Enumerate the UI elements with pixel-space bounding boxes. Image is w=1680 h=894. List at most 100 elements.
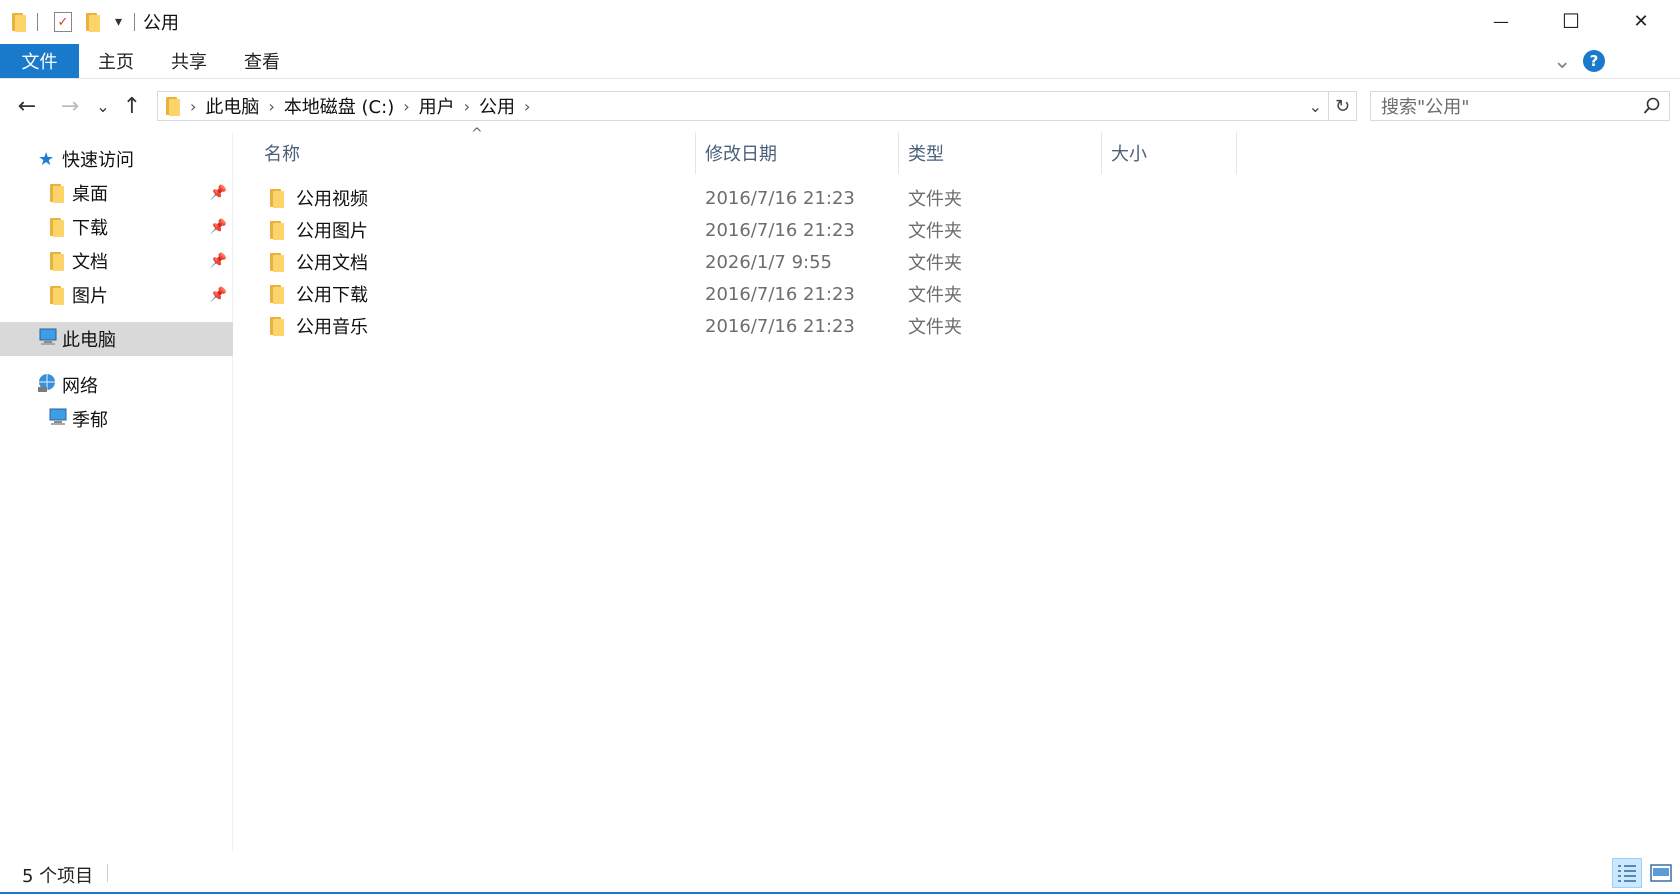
toolbar-separator (134, 13, 136, 31)
chevron-right-icon[interactable]: › (464, 97, 470, 116)
pin-icon[interactable]: 📌 (210, 253, 227, 269)
details-view-icon (1618, 865, 1636, 882)
sidebar-item-label: 此电脑 (62, 330, 116, 351)
file-list: 名称 ^ 修改日期 类型 大小 公用视频 2016/7/16 21:23 文件夹… (236, 126, 1680, 852)
up-button[interactable]: ↑ (118, 88, 146, 124)
column-header-modified[interactable]: 修改日期 (705, 132, 885, 174)
computer-icon (38, 328, 62, 351)
chevron-right-icon[interactable]: › (190, 97, 196, 116)
pin-icon[interactable]: 📌 (210, 287, 227, 303)
refresh-button[interactable]: ↻ (1328, 92, 1356, 120)
file-name: 公用文档 (296, 253, 368, 274)
sidebar-item-label: 下载 (72, 218, 108, 239)
item-count: 5 个项目 (22, 866, 94, 887)
chevron-right-icon[interactable]: › (524, 97, 530, 116)
column-divider[interactable] (1236, 132, 1237, 174)
breadcrumb-local-disk[interactable]: 本地磁盘 (C:) (284, 93, 394, 119)
status-bar: 5 个项目 (0, 852, 1680, 894)
tab-file[interactable]: 文件 (0, 44, 79, 78)
search-box[interactable]: 搜索"公用" (1370, 91, 1670, 121)
sidebar-item-pictures[interactable]: 图片 📌 (0, 278, 233, 312)
sidebar-item-label: 桌面 (72, 184, 108, 205)
network-icon (36, 373, 62, 398)
file-type: 文件夹 (908, 317, 962, 338)
details-view-button[interactable] (1612, 858, 1642, 888)
navigation-pane: ★ 快速访问 桌面 📌 下载 📌 文档 📌 图片 📌 此电脑 网络 季郁 (0, 132, 233, 852)
chevron-right-icon[interactable]: › (403, 97, 409, 116)
address-bar[interactable]: › 此电脑 › 本地磁盘 (C:) › 用户 › 公用 › ⌄ ↻ (157, 91, 1357, 121)
sidebar-item-label: 网络 (62, 376, 98, 397)
large-icons-view-icon (1650, 864, 1672, 882)
tab-view[interactable]: 查看 (233, 44, 291, 78)
sidebar-item-label: 快速访问 (62, 150, 134, 171)
star-icon: ★ (38, 148, 55, 170)
sidebar-item-label: 季郁 (72, 410, 108, 431)
downloads-folder-icon (50, 217, 65, 237)
breadcrumb-users[interactable]: 用户 (419, 93, 455, 119)
forward-button[interactable]: → (55, 88, 85, 124)
folder-icon (270, 188, 285, 208)
column-header-label: 修改日期 (705, 144, 777, 165)
file-type: 文件夹 (908, 253, 962, 274)
breadcrumb-public[interactable]: 公用 (479, 93, 515, 119)
sidebar-item-desktop[interactable]: 桌面 📌 (0, 176, 233, 210)
pin-icon[interactable]: 📌 (210, 185, 227, 201)
computer-icon (48, 408, 72, 431)
file-name: 公用音乐 (296, 317, 368, 338)
close-button[interactable]: ✕ (1606, 0, 1676, 42)
file-name: 公用下载 (296, 285, 368, 306)
file-row[interactable]: 公用文档 2026/1/7 9:55 文件夹 (250, 246, 1250, 278)
new-folder-icon[interactable] (86, 12, 101, 32)
sidebar-item-network[interactable]: 网络 (0, 368, 233, 402)
sort-ascending-icon: ^ (471, 126, 483, 142)
pin-icon[interactable]: 📌 (210, 219, 227, 235)
column-header-label: 大小 (1111, 144, 1147, 165)
column-divider[interactable] (1101, 132, 1102, 174)
column-header-label: 名称 (264, 144, 300, 165)
column-divider[interactable] (898, 132, 899, 174)
sidebar-item-this-pc[interactable]: 此电脑 (0, 322, 233, 356)
maximize-button[interactable]: ☐ (1536, 0, 1606, 42)
file-row[interactable]: 公用图片 2016/7/16 21:23 文件夹 (250, 214, 1250, 246)
recent-locations-button[interactable]: ⌄ (93, 88, 113, 124)
pictures-folder-icon (50, 285, 65, 305)
column-divider[interactable] (695, 132, 696, 174)
desktop-folder-icon (50, 183, 65, 203)
folder-icon (12, 12, 27, 32)
ribbon-expand-icon[interactable]: ⌄ (1553, 44, 1571, 78)
column-header-type[interactable]: 类型 (908, 132, 1088, 174)
file-row[interactable]: 公用音乐 2016/7/16 21:23 文件夹 (250, 310, 1250, 342)
properties-icon[interactable]: ✓ (54, 12, 72, 32)
sidebar-item-quick-access[interactable]: ★ 快速访问 (0, 142, 233, 176)
file-type: 文件夹 (908, 221, 962, 242)
tab-share[interactable]: 共享 (160, 44, 218, 78)
tab-home[interactable]: 主页 (87, 44, 145, 78)
sidebar-item-documents[interactable]: 文档 📌 (0, 244, 233, 278)
help-icon[interactable]: ? (1583, 50, 1605, 72)
breadcrumb-this-pc[interactable]: 此电脑 (205, 93, 259, 119)
column-header-size[interactable]: 大小 (1111, 132, 1231, 174)
search-input[interactable]: 搜索"公用" (1381, 93, 1470, 119)
file-row[interactable]: 公用视频 2016/7/16 21:23 文件夹 (250, 182, 1250, 214)
file-type: 文件夹 (908, 189, 962, 210)
qat-dropdown-icon[interactable]: ▾ (115, 14, 122, 30)
file-row[interactable]: 公用下载 2016/7/16 21:23 文件夹 (250, 278, 1250, 310)
window-title: 公用 (143, 13, 180, 34)
toolbar-separator (37, 13, 38, 31)
folder-icon (270, 284, 285, 304)
ribbon: 文件 主页 共享 查看 ⌄ ? (0, 44, 1680, 79)
minimize-button[interactable]: — (1466, 0, 1536, 42)
documents-folder-icon (50, 251, 65, 271)
back-button[interactable]: ← (12, 88, 42, 124)
large-icons-view-button[interactable] (1646, 858, 1676, 888)
chevron-right-icon[interactable]: › (268, 97, 274, 116)
folder-icon (270, 220, 285, 240)
sidebar-item-network-computer[interactable]: 季郁 (0, 402, 233, 436)
column-header-name[interactable]: 名称 (264, 132, 664, 174)
sidebar-item-downloads[interactable]: 下载 📌 (0, 210, 233, 244)
sidebar-item-label: 文档 (72, 252, 108, 273)
address-dropdown-icon[interactable]: ⌄ (1309, 97, 1322, 116)
title-bar: ✓ ▾ 公用 — ☐ ✕ (0, 0, 1680, 42)
file-modified: 2016/7/16 21:23 (705, 315, 855, 337)
search-icon[interactable] (1643, 97, 1661, 115)
